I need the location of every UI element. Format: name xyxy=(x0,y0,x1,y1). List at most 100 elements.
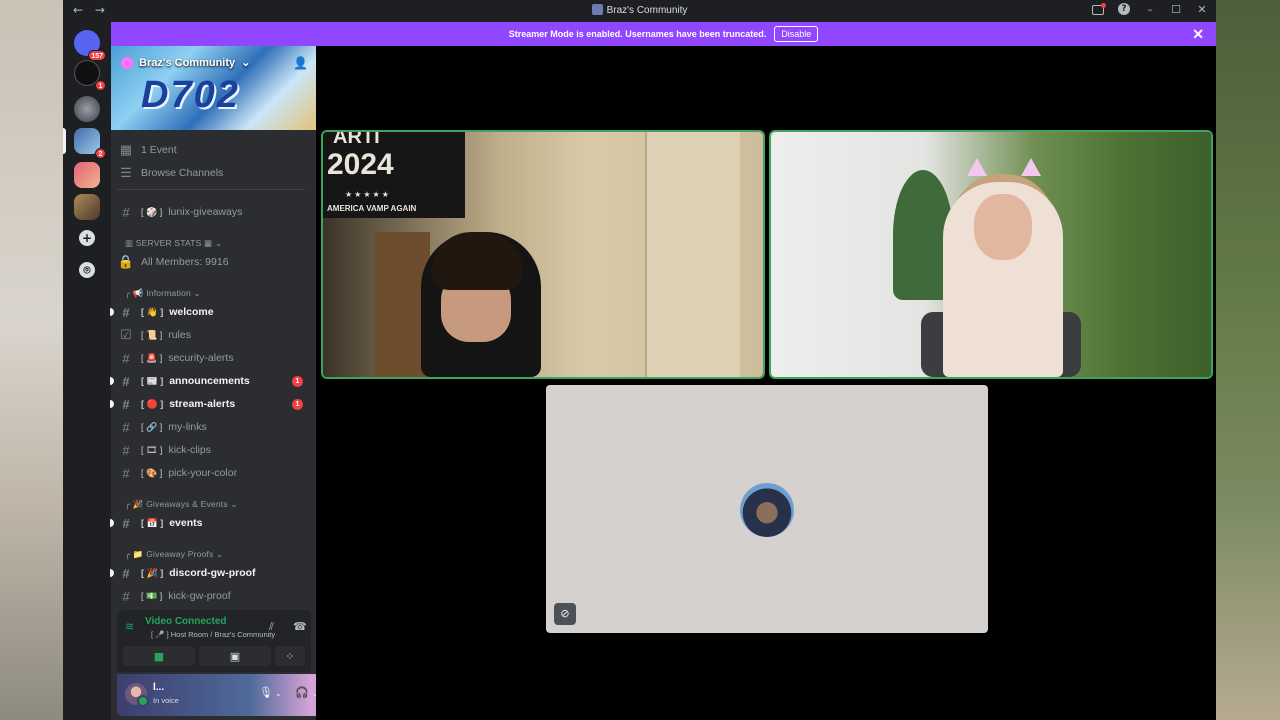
boost-icon xyxy=(121,56,133,69)
hash-icon: # xyxy=(122,204,130,220)
streamer-mode-banner: Streamer Mode is enabled. Usernames have… xyxy=(111,22,1216,46)
banner-art: D702 xyxy=(141,74,240,116)
participant-avatar xyxy=(740,483,794,537)
channel-my-links[interactable]: #[ 🔗 ] my-links xyxy=(117,417,305,437)
screen-share-icon: ▣ xyxy=(229,649,241,663)
video-stage: ARTI 2024 ★★★★★ AMERICA VAMP AGAIN ⊘ xyxy=(316,46,1216,720)
mention-badge: 1 xyxy=(292,398,303,410)
disable-streamer-mode-button[interactable]: Disable xyxy=(774,26,819,42)
channel-welcome[interactable]: #[ 👋 ] welcome xyxy=(110,302,305,322)
category-giveaway-proofs[interactable]: ╭ 📁 Giveaway Proofs ⌄ xyxy=(125,547,223,561)
hash-icon: # xyxy=(122,515,130,531)
channel-sidebar: D702 Braz's Community ⌄ 👤 ▦ 1 Event ☰ Brow… xyxy=(110,22,359,720)
server-icon-active[interactable]: 2 xyxy=(63,128,106,159)
hash-icon: # xyxy=(122,419,130,435)
server-badge: 1 xyxy=(95,80,106,91)
hash-icon: # xyxy=(122,396,130,412)
channel-announcements[interactable]: #[ 📰 ] announcements 1 xyxy=(110,371,305,391)
participant-face xyxy=(974,194,1032,260)
hash-icon: # xyxy=(122,465,130,481)
server-icon xyxy=(591,4,603,15)
channel-stream-alerts[interactable]: #[ 🔴 ] stream-alerts 1 xyxy=(110,394,305,414)
channel-kick-gw-proof[interactable]: #[ 💵 ] kick-gw-proof xyxy=(117,586,305,606)
muted-mic-icon: ⊘ xyxy=(554,603,576,625)
titlebar-controls: ? – ☐ ✕ xyxy=(1092,3,1208,16)
chevron-down-icon: ⌄ xyxy=(213,548,224,559)
noise-suppression-icon[interactable]: ⫽ xyxy=(269,620,274,634)
activities-button[interactable]: ⁘ xyxy=(275,646,305,666)
party-icon: ╭ 🎉 xyxy=(125,498,147,509)
mention-badge: 1 xyxy=(292,375,303,387)
browse-channels-button[interactable]: ☰ Browse Channels xyxy=(117,163,305,183)
server-icon-1[interactable]: 1 xyxy=(74,60,106,91)
unread-indicator xyxy=(110,308,114,316)
inbox-icon[interactable] xyxy=(1092,3,1106,15)
megaphone-icon: ╭ 📢 xyxy=(125,287,147,298)
hash-icon: # xyxy=(122,304,130,320)
maximize-icon[interactable]: ☐ xyxy=(1170,3,1182,16)
channel-security-alerts[interactable]: #[ 🚨 ] security-alerts xyxy=(117,348,305,368)
server-icon-3[interactable] xyxy=(74,162,100,188)
unread-indicator xyxy=(110,400,114,408)
activities-icon: ⁘ xyxy=(285,649,295,663)
cat-ear xyxy=(1021,158,1041,176)
cat-ear xyxy=(967,158,987,176)
door xyxy=(645,132,740,377)
server-icon-4[interactable] xyxy=(74,194,100,220)
headphones-icon[interactable]: 🎧 xyxy=(295,686,309,699)
chevron-down-icon: ⌄ xyxy=(227,498,238,509)
title-bar: ← → Braz's Community ? – ☐ ✕ xyxy=(63,0,1216,22)
events-button[interactable]: ▦ 1 Event xyxy=(117,140,305,160)
channel-pick-your-color[interactable]: #[ 🎨 ] pick-your-color xyxy=(117,463,305,483)
server-header[interactable]: Braz's Community ⌄ xyxy=(121,56,250,69)
add-server-icon[interactable]: + xyxy=(79,230,95,246)
share-screen-button[interactable]: ▣ xyxy=(199,646,271,666)
channel-all-members[interactable]: 🔒 All Members: 9916 xyxy=(117,252,305,272)
camera-icon: ■ xyxy=(153,649,165,663)
server-list: 157 1 2 + ⌾ xyxy=(63,22,111,720)
disconnect-icon[interactable]: ☎ xyxy=(293,620,307,633)
username[interactable]: l... xyxy=(153,682,164,693)
unread-indicator xyxy=(110,569,114,577)
video-tile-2[interactable] xyxy=(771,132,1211,377)
close-icon[interactable]: ✕ xyxy=(1192,26,1204,43)
channel-kick-clips[interactable]: #[ 🎞 ] kick-clips xyxy=(117,440,305,460)
category-giveaways-events[interactable]: ╭ 🎉 Giveaways & Events ⌄ xyxy=(125,497,238,511)
divider xyxy=(117,189,305,190)
close-window-icon[interactable]: ✕ xyxy=(1196,3,1208,16)
chevron-down-icon: ▦ ⌄ xyxy=(201,237,223,248)
voice-room[interactable]: [ 🎤 ] Host Room / Braz's Community xyxy=(151,630,275,639)
help-icon[interactable]: ? xyxy=(1118,3,1130,15)
invite-icon[interactable]: 👤 xyxy=(293,56,308,70)
video-tile-1[interactable]: ARTI 2024 ★★★★★ AMERICA VAMP AGAIN xyxy=(323,132,763,377)
avatar[interactable] xyxy=(125,683,149,707)
video-tile-3[interactable]: ⊘ xyxy=(546,385,988,633)
unread-indicator xyxy=(110,377,114,385)
signal-icon[interactable]: ≋ xyxy=(125,620,134,633)
channel-lunix-giveaways[interactable]: #[ 🎲 ] lunix-giveaways xyxy=(117,202,305,222)
category-server-stats[interactable]: ▥ SERVER STATS ▦ ⌄ xyxy=(125,236,222,250)
channel-events[interactable]: #[ 📅 ] events xyxy=(110,513,305,533)
unread-indicator xyxy=(110,519,114,527)
camera-button[interactable]: ■ xyxy=(123,646,195,666)
category-information[interactable]: ╭ 📢 Information ⌄ xyxy=(125,286,201,300)
explore-icon[interactable]: ⌾ xyxy=(79,262,95,278)
hash-icon: # xyxy=(122,442,130,458)
calendar-icon: ▦ xyxy=(119,142,133,157)
home-button[interactable]: 157 xyxy=(74,30,106,61)
streamer-mode-text: Streamer Mode is enabled. Usernames have… xyxy=(508,29,767,39)
server-icon-2[interactable] xyxy=(74,96,100,122)
chevron-down-icon[interactable]: ⌄ xyxy=(275,689,282,698)
user-status: In voice xyxy=(153,696,179,705)
chevron-down-icon: ⌄ xyxy=(190,287,201,298)
hash-icon: # xyxy=(122,373,130,389)
wall-poster: ARTI 2024 ★★★★★ AMERICA VAMP AGAIN xyxy=(323,132,465,218)
channel-rules[interactable]: ☑[ 📜 ] rules xyxy=(117,325,305,345)
home-badge: 157 xyxy=(88,50,106,61)
channel-discord-gw-proof[interactable]: #[ 🎉 ] discord-gw-proof xyxy=(110,563,305,583)
voice-status[interactable]: Video Connected xyxy=(145,616,227,627)
desktop-background-right xyxy=(1216,0,1280,720)
voice-connection-panel: ≋ Video Connected [ 🎤 ] Host Room / Braz… xyxy=(117,610,311,672)
minimize-icon[interactable]: – xyxy=(1144,3,1156,16)
microphone-icon[interactable]: 🎙 xyxy=(259,686,273,699)
